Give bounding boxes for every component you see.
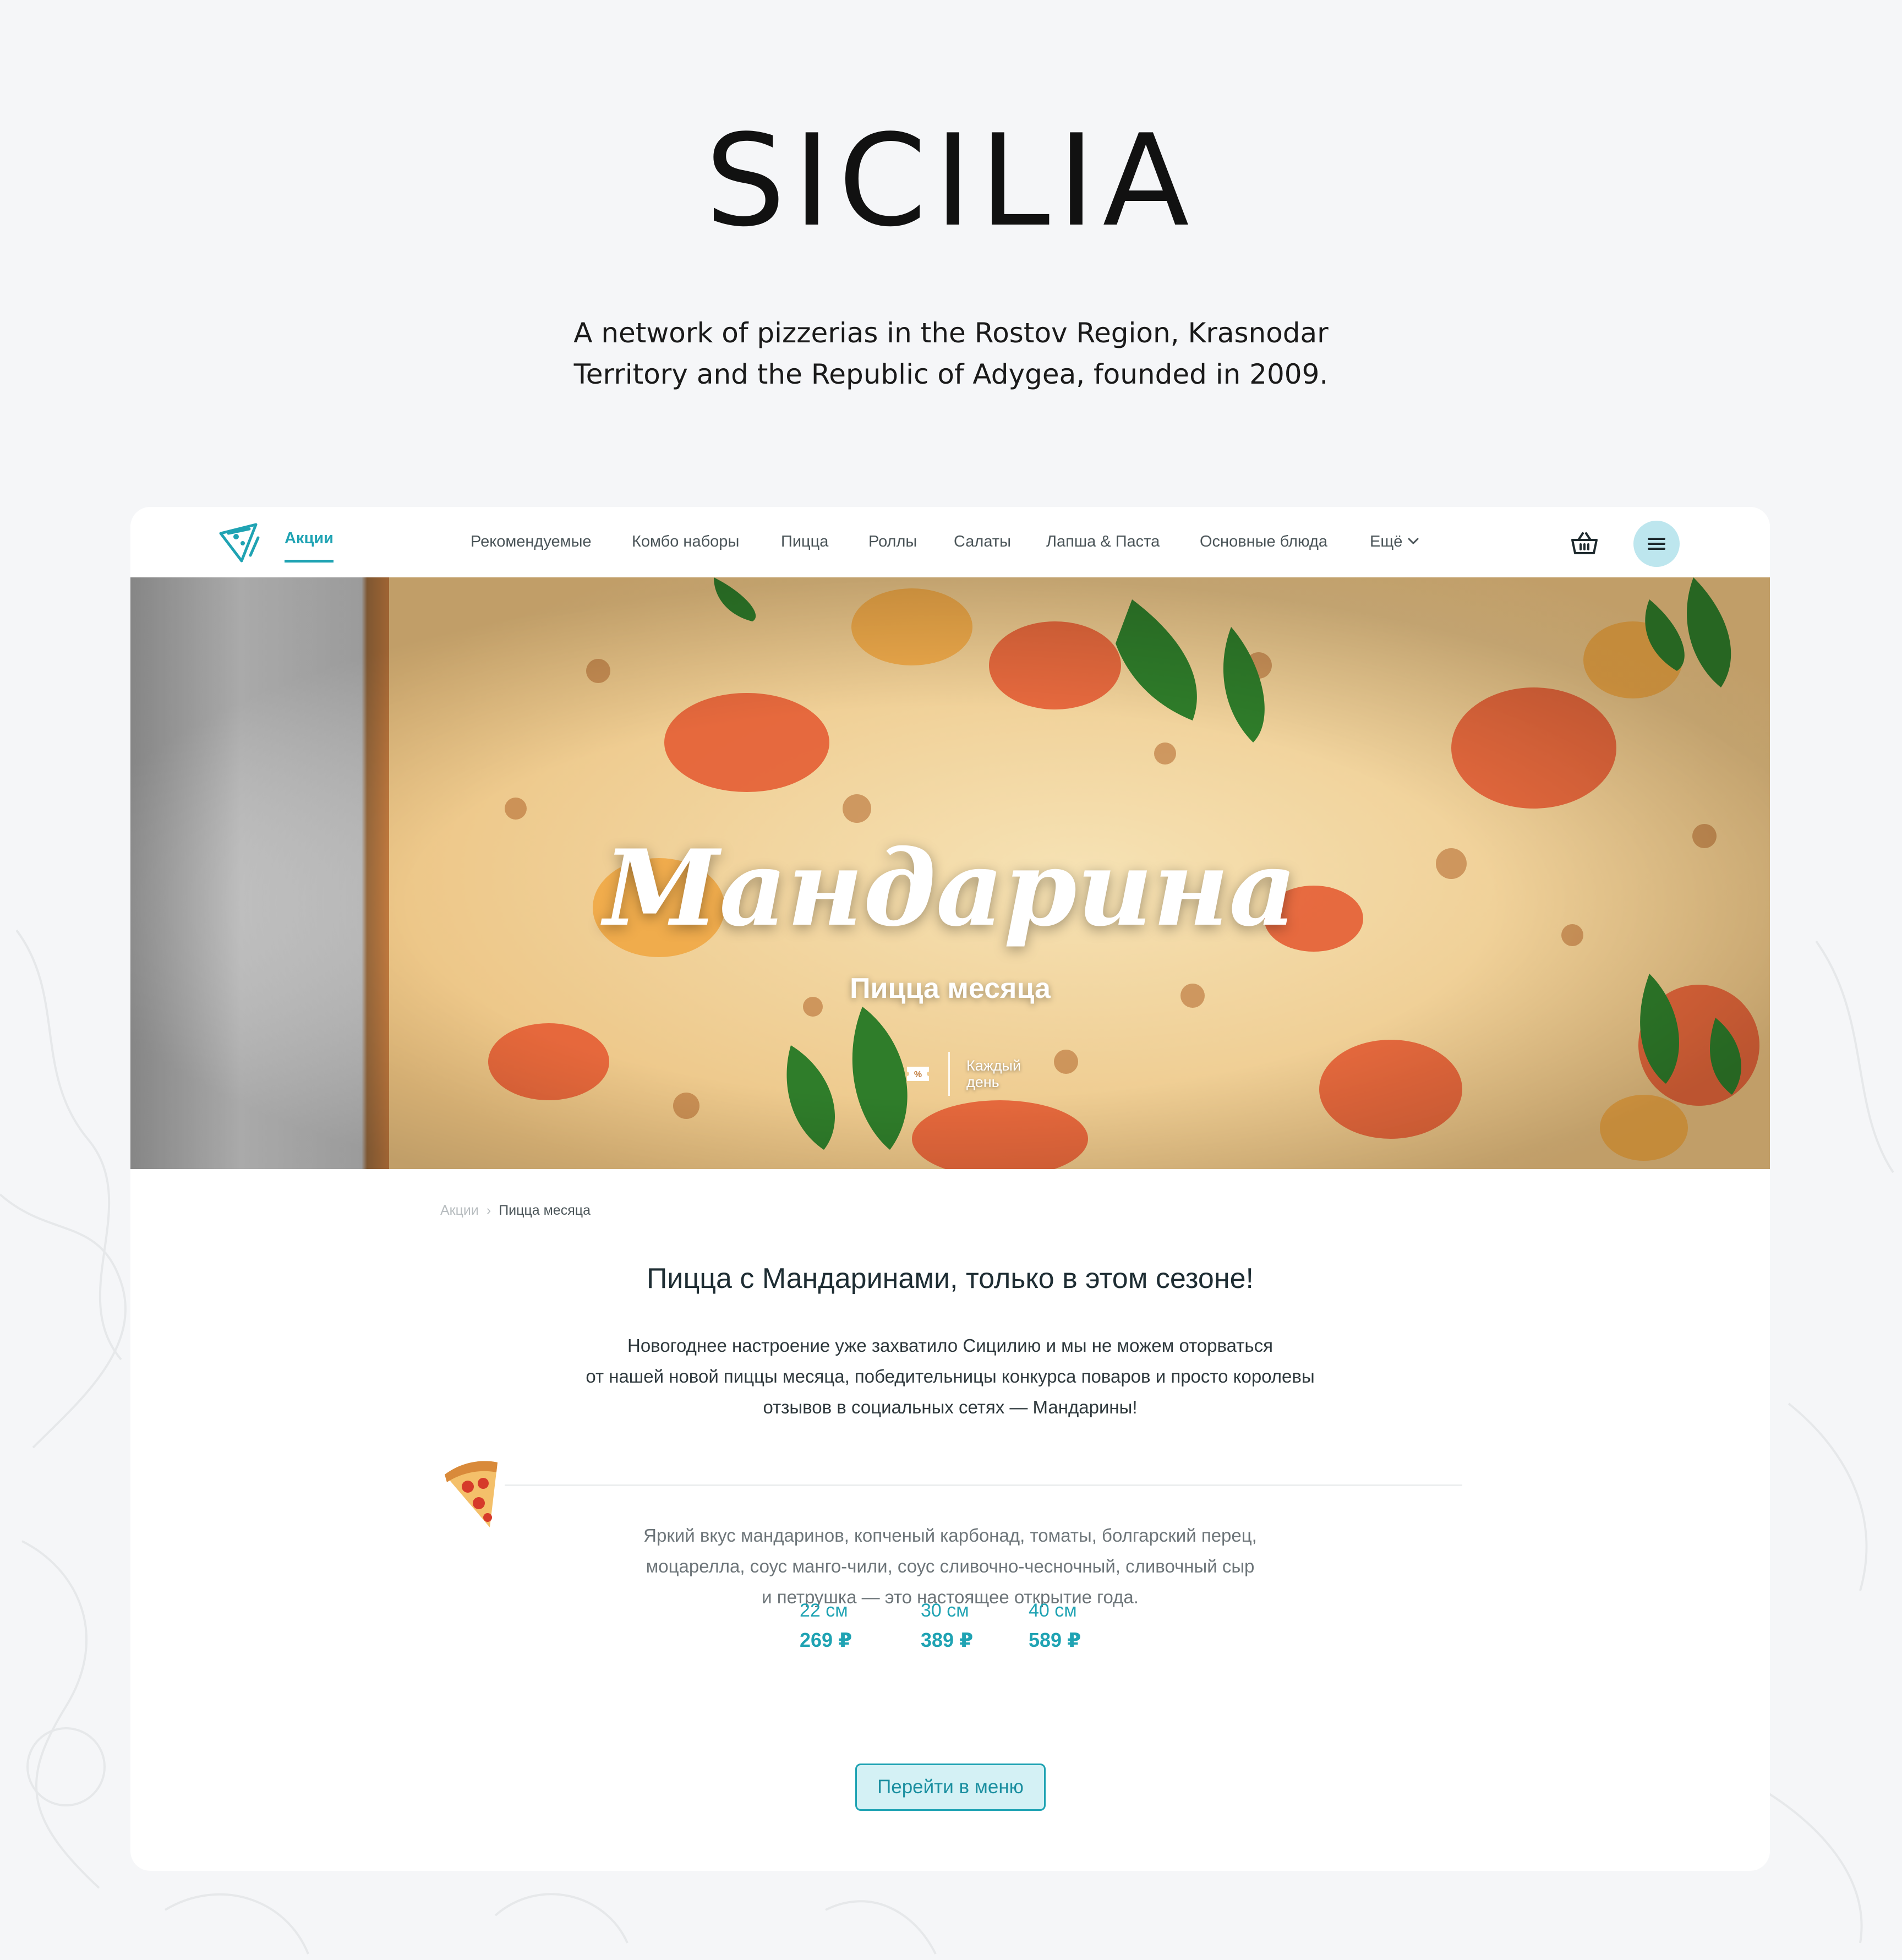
intro-text: Новогоднее настроение уже захватило Сици…: [130, 1330, 1770, 1423]
size-label: 30 см: [921, 1600, 969, 1621]
badge-text-line: Каждый: [966, 1057, 1021, 1074]
intro-line: от нашей новой пиццы месяца, победительн…: [586, 1366, 1315, 1386]
logo-pizza-icon[interactable]: [217, 521, 267, 565]
nav-item-main-dishes[interactable]: Основные блюда: [1200, 532, 1327, 551]
breadcrumb-link-promotions[interactable]: Акции: [440, 1203, 479, 1218]
pizza-description: Яркий вкус мандаринов, копченый карбонад…: [130, 1520, 1770, 1613]
size-label: 22 см: [800, 1600, 848, 1621]
website-mockup: Акции Рекомендуемые Комбо наборы Пицца Р…: [130, 507, 1770, 1871]
breadcrumb-current: Пицца месяца: [499, 1203, 591, 1218]
menu-icon: [1648, 538, 1665, 550]
svg-text:%: %: [914, 1070, 922, 1079]
nav-item-rolls[interactable]: Роллы: [868, 532, 917, 551]
size-price: 389 ₽: [921, 1629, 974, 1651]
basket-icon[interactable]: [1571, 531, 1598, 555]
badge-divider: [948, 1052, 950, 1096]
go-to-menu-button[interactable]: Перейти в меню: [855, 1764, 1046, 1811]
nav-item-promotions[interactable]: Акции: [285, 529, 334, 563]
brand-description-line: Territory and the Republic of Adygea, fo…: [573, 358, 1329, 390]
size-price: 589 ₽: [1029, 1629, 1081, 1651]
nav-item-combos[interactable]: Комбо наборы: [632, 532, 739, 551]
hero-badge: % Каждый день: [905, 1052, 1021, 1096]
brand-description: A network of pizzerias in the Rostov Reg…: [0, 313, 1902, 395]
chevron-down-icon[interactable]: [1407, 537, 1419, 545]
page-headline: Пицца с Мандаринами, только в этом сезон…: [647, 1263, 1254, 1295]
menu-button[interactable]: [1633, 521, 1680, 567]
nav-item-pizza[interactable]: Пицца: [781, 532, 828, 551]
nav-item-more[interactable]: Ещё: [1370, 532, 1402, 551]
badge-text-line: день: [966, 1074, 999, 1090]
hero-subtitle: Пицца месяца: [850, 973, 1051, 1004]
nav-item-noodles-pasta[interactable]: Лапша & Паста: [1046, 532, 1160, 551]
breadcrumb-separator: ›: [486, 1203, 491, 1218]
brand-description-line: A network of pizzerias in the Rostov Reg…: [573, 317, 1329, 349]
size-option[interactable]: 22 см 269 ₽: [800, 1599, 852, 1652]
section-divider: [505, 1484, 1462, 1486]
badge-text: Каждый день: [966, 1057, 1021, 1090]
size-option[interactable]: 30 см 389 ₽: [921, 1599, 973, 1652]
description-line: моцарелла, соус манго-чили, соус сливочн…: [646, 1556, 1255, 1576]
size-label: 40 см: [1029, 1600, 1077, 1621]
intro-line: Новогоднее настроение уже захватило Сици…: [627, 1335, 1273, 1356]
intro-line: отзывов в социальных сетях — Мандарины!: [763, 1397, 1138, 1417]
top-navigation: Акции Рекомендуемые Комбо наборы Пицца Р…: [130, 507, 1770, 577]
brand-title: SICILIA: [705, 108, 1197, 255]
breadcrumb: Акции › Пицца месяца: [440, 1202, 591, 1219]
nav-item-salads[interactable]: Салаты: [954, 532, 1011, 551]
hero-title: Мандарина: [603, 827, 1297, 949]
hero-banner[interactable]: Мандарина Пицца месяца % Каждый день: [130, 577, 1770, 1169]
description-line: Яркий вкус мандаринов, копченый карбонад…: [643, 1525, 1257, 1546]
size-price: 269 ₽: [800, 1629, 852, 1651]
nav-item-recommended[interactable]: Рекомендуемые: [471, 532, 592, 551]
discount-ticket-icon: %: [907, 1067, 929, 1081]
size-option[interactable]: 40 см 589 ₽: [1029, 1599, 1081, 1652]
